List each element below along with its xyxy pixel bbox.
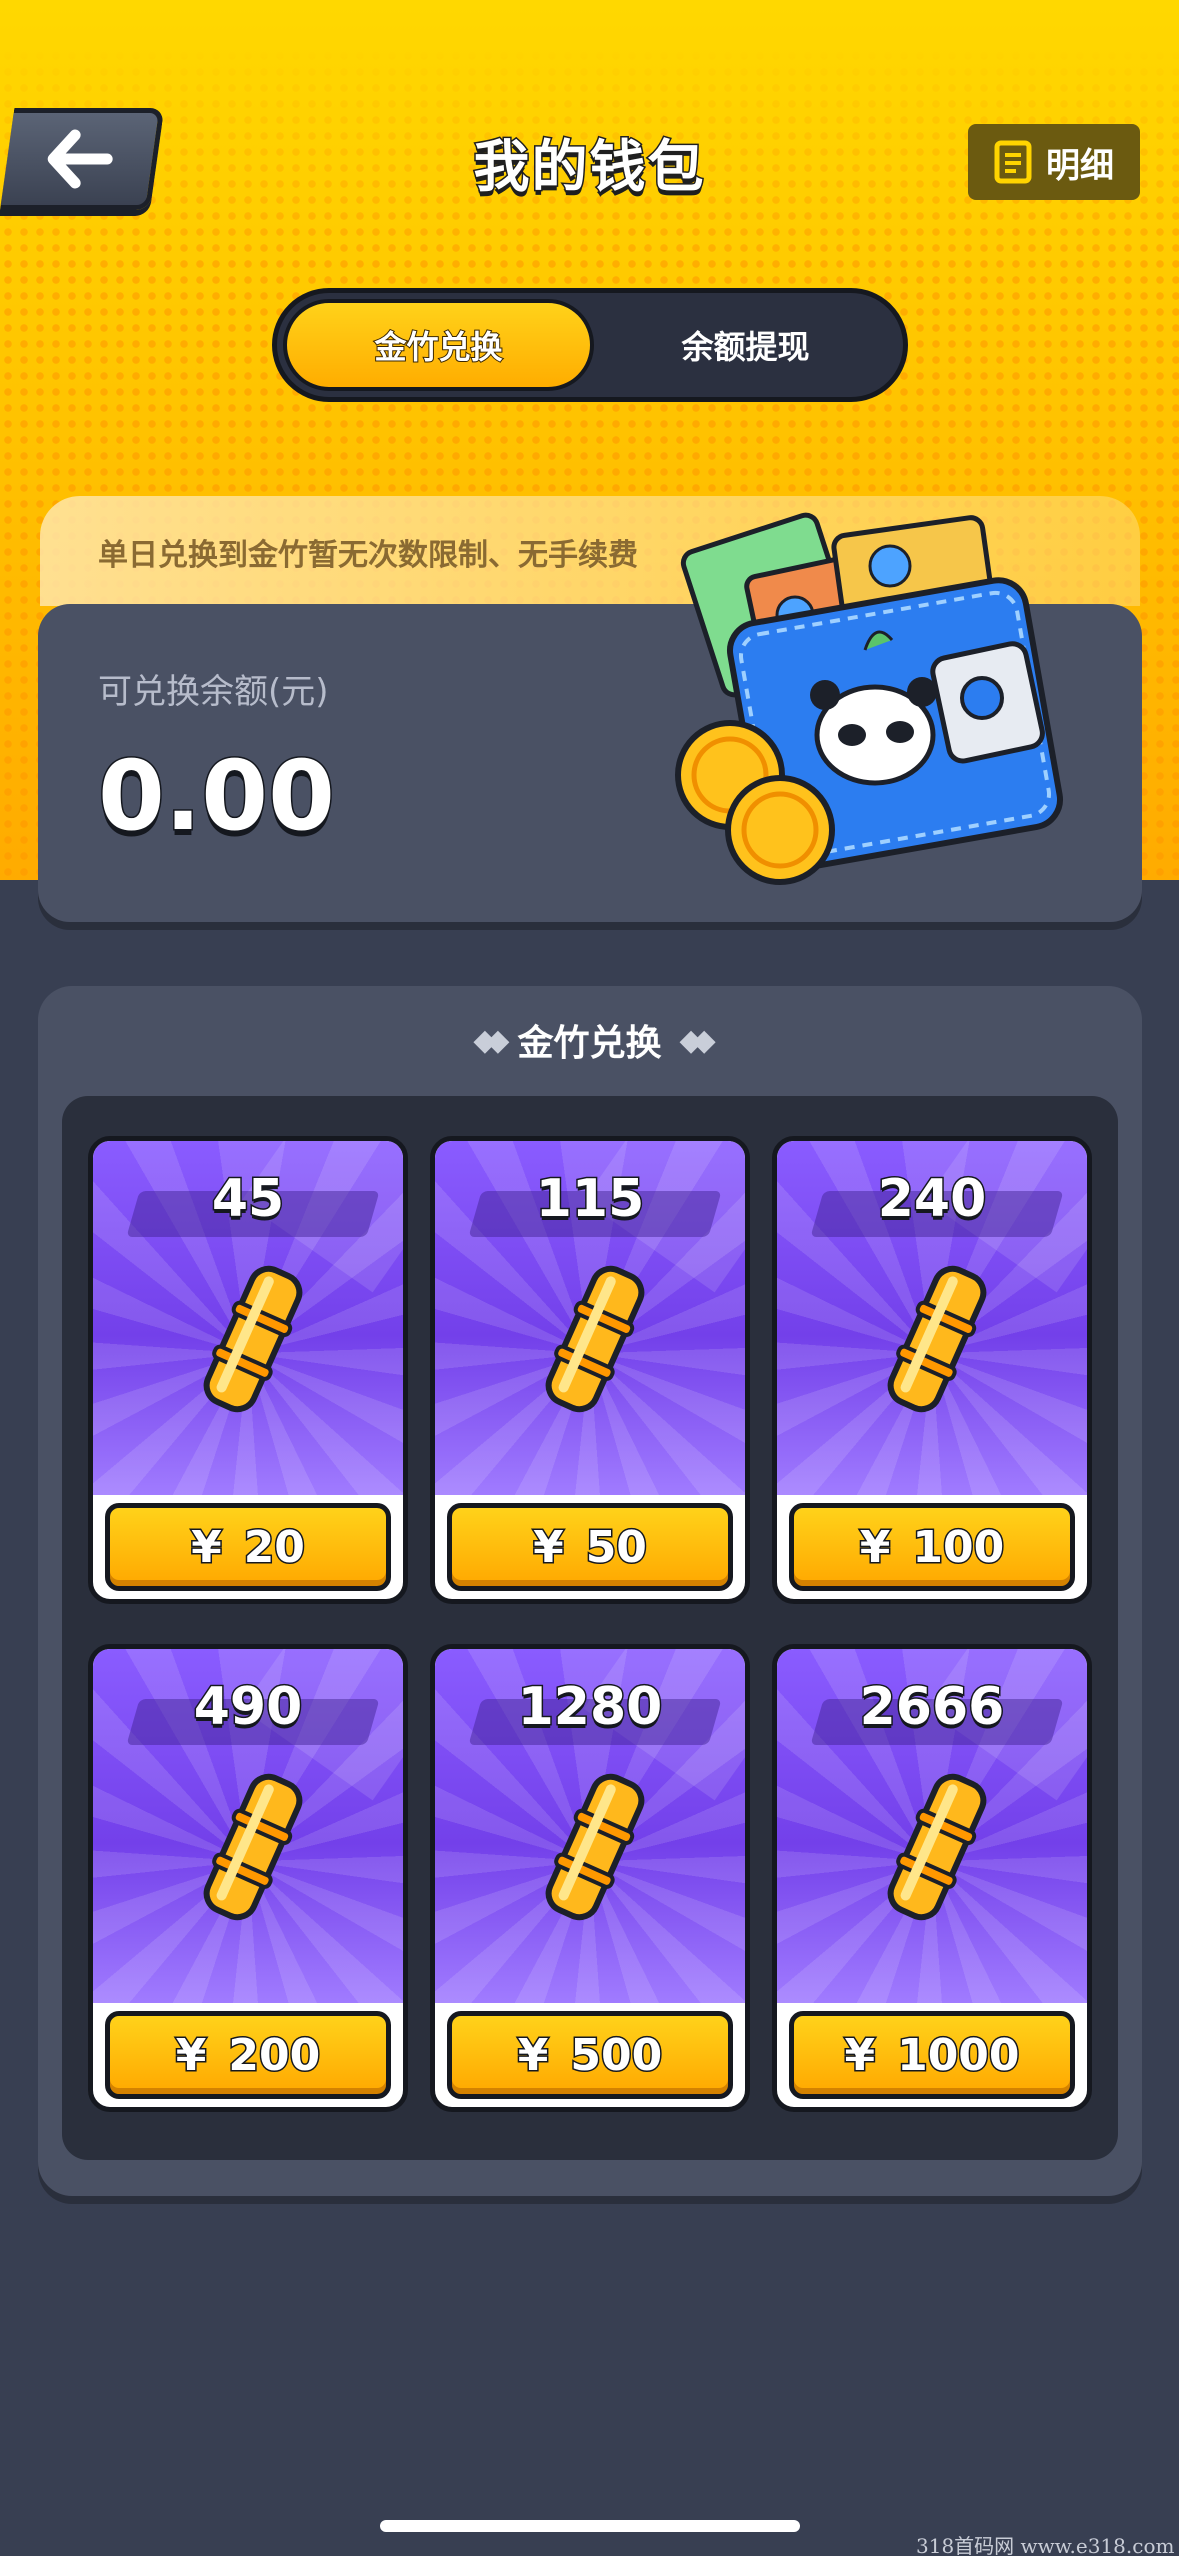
chevron-decoration-icon: ◆◆: [473, 1022, 509, 1058]
price-button[interactable]: ¥ 500: [447, 2011, 733, 2099]
bamboo-icon: [887, 1773, 987, 1921]
bamboo-amount: 115: [534, 1168, 646, 1231]
currency-symbol: ¥: [858, 1520, 892, 1574]
price-value: 50: [584, 1520, 648, 1574]
exchange-card[interactable]: 1280 ¥ 500: [430, 1644, 750, 2112]
exchange-card[interactable]: 45 ¥ 20: [88, 1136, 408, 1604]
currency-symbol: ¥: [190, 1520, 224, 1574]
bamboo-icon: [203, 1265, 303, 1413]
price-value: 100: [911, 1520, 1006, 1574]
bamboo-amount: 2666: [858, 1676, 1006, 1739]
price-value: 1000: [896, 2028, 1021, 2082]
bamboo-icon: [203, 1773, 303, 1921]
price-value: 500: [569, 2028, 664, 2082]
price-button[interactable]: ¥ 20: [105, 1503, 391, 1591]
currency-symbol: ¥: [174, 2028, 208, 2082]
tab-bamboo-exchange[interactable]: 金竹兑换: [283, 299, 594, 391]
exchange-panel-title: ◆◆ 金竹兑换 ◆◆: [0, 1014, 1179, 1066]
exchange-card[interactable]: 490 ¥ 200: [88, 1644, 408, 2112]
exchange-card[interactable]: 115 ¥ 50: [430, 1136, 750, 1604]
currency-symbol: ¥: [516, 2028, 550, 2082]
bamboo-icon: [545, 1265, 645, 1413]
balance-value: 0.00: [97, 739, 337, 854]
exchange-grid: 45 ¥ 20 115 ¥ 50 240 ¥ 100 490 ¥ 200 128…: [62, 1096, 1118, 2160]
exchange-title: 金竹兑换: [517, 1023, 662, 1064]
chevron-decoration-icon: ◆◆: [679, 1022, 716, 1058]
tab-balance-withdraw[interactable]: 余额提现: [594, 299, 897, 391]
bamboo-amount: 1280: [516, 1676, 664, 1739]
bamboo-icon: [887, 1265, 987, 1413]
exchange-card[interactable]: 2666 ¥ 1000: [772, 1644, 1092, 2112]
bamboo-amount: 45: [210, 1168, 285, 1231]
home-indicator[interactable]: [380, 2520, 800, 2532]
exchange-card[interactable]: 240 ¥ 100: [772, 1136, 1092, 1604]
balance-label: 可兑换余额(元): [98, 672, 329, 712]
price-button[interactable]: ¥ 1000: [789, 2011, 1075, 2099]
notice-text: 单日兑换到金竹暂无次数限制、无手续费: [98, 538, 638, 573]
price-button[interactable]: ¥ 100: [789, 1503, 1075, 1591]
price-value: 20: [242, 1520, 306, 1574]
currency-symbol: ¥: [843, 2028, 877, 2082]
detail-button[interactable]: 明细: [968, 124, 1140, 200]
bamboo-icon: [545, 1773, 645, 1921]
price-value: 200: [227, 2028, 322, 2082]
document-icon: [994, 140, 1032, 184]
bamboo-amount: 490: [192, 1676, 304, 1739]
price-button[interactable]: ¥ 50: [447, 1503, 733, 1591]
price-button[interactable]: ¥ 200: [105, 2011, 391, 2099]
wallet-illustration-icon: [675, 512, 1063, 885]
watermark: 318首码网 www.e318.com: [916, 2534, 1175, 2556]
bamboo-amount: 240: [876, 1168, 988, 1231]
tab-switcher: 金竹兑换 余额提现: [272, 288, 908, 402]
currency-symbol: ¥: [532, 1520, 566, 1574]
detail-label: 明细: [1046, 145, 1114, 186]
